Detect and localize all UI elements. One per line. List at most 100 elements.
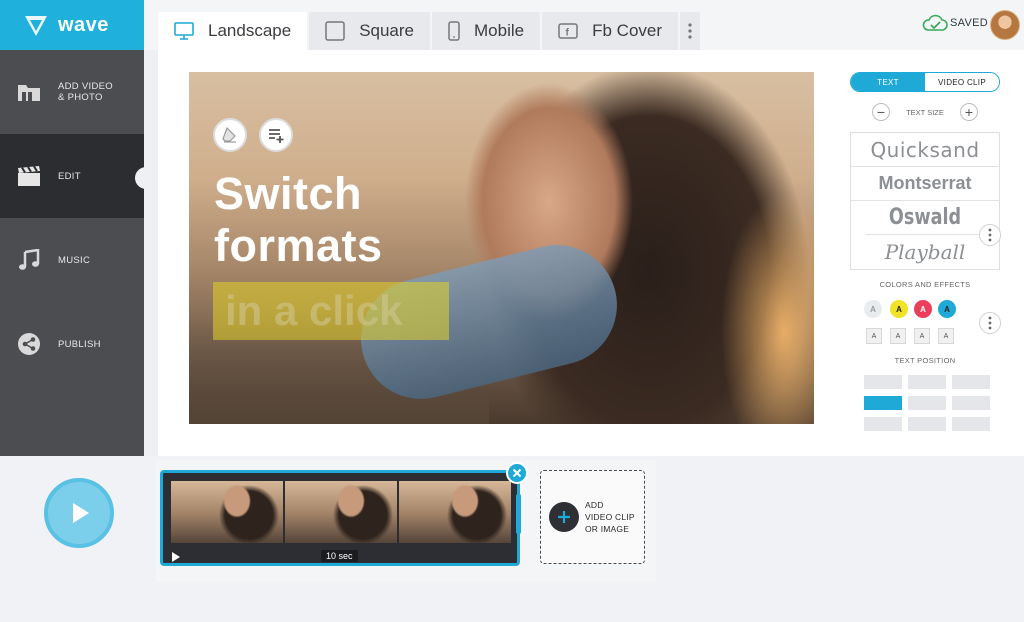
square-icon (325, 21, 345, 41)
text-size-control: − TEXT SIZE + (850, 102, 1000, 122)
position-bottom-left[interactable] (864, 417, 902, 431)
text-size-decrease-button[interactable]: − (872, 103, 890, 121)
tab-label: Landscape (208, 21, 292, 40)
panel-tab-text[interactable]: TEXT (851, 73, 925, 91)
swatch-letter: A (896, 304, 902, 314)
clip-thumbnail (285, 481, 397, 543)
eraser-icon (222, 126, 236, 143)
position-top-center[interactable] (908, 375, 946, 389)
tab-fb-cover[interactable]: f Fb Cover (542, 12, 679, 50)
video-preview[interactable]: Switch formats in a click (189, 72, 814, 424)
position-top-left[interactable] (864, 375, 902, 389)
kebab-menu-icon (988, 316, 992, 330)
position-middle-right[interactable] (952, 396, 990, 410)
tab-square[interactable]: Square (309, 12, 431, 50)
clapperboard-icon (16, 163, 42, 189)
text-position-label: TEXT POSITION (894, 356, 956, 365)
preview-headline[interactable]: Switch formats (214, 168, 383, 272)
sidebar-item-label: EDIT (58, 170, 81, 182)
clip-duration: 10 sec (321, 550, 358, 562)
effect-letter: A (895, 332, 901, 340)
effect-option-outline[interactable]: A (890, 328, 906, 344)
timeline-clip[interactable]: 10 sec (160, 470, 520, 566)
font-option-montserrat[interactable]: Montserrat (851, 167, 999, 201)
add-video-clip-button[interactable]: ADD VIDEO CLIP OR IMAGE (540, 470, 645, 564)
tab-label: Square (359, 21, 415, 40)
sidebar-item-edit[interactable]: EDIT (0, 134, 144, 218)
position-middle-center[interactable] (908, 396, 946, 410)
tab-mobile[interactable]: Mobile (432, 12, 541, 50)
highlighted-text-block[interactable]: in a click (213, 282, 449, 340)
color-swatch-red[interactable]: A (914, 300, 932, 318)
text-style-button[interactable] (213, 118, 247, 152)
format-tabs: Landscape Square Mobile f Fb Cover (158, 12, 702, 50)
sidebar-item-music[interactable]: MUSIC (0, 218, 144, 302)
clip-play-button[interactable] (171, 550, 181, 568)
effect-letter: A (919, 332, 925, 340)
wave-logo-icon (25, 16, 47, 36)
share-icon (16, 331, 42, 357)
position-bottom-center[interactable] (908, 417, 946, 431)
preview-background-sunlight (614, 72, 814, 424)
text-size-increase-button[interactable]: + (959, 103, 978, 121)
sidebar-item-label: ADD VIDEO & PHOTO (58, 81, 113, 103)
cloud-check-icon (922, 14, 948, 31)
color-swatch-yellow[interactable]: A (890, 300, 908, 318)
remove-clip-button[interactable] (506, 462, 528, 484)
effect-option-shadow[interactable]: A (914, 328, 930, 344)
format-tab-bar: Landscape Square Mobile f Fb Cover SAVED (144, 0, 1024, 50)
plus-icon (549, 502, 579, 532)
font-option-playball[interactable]: Playball (851, 235, 999, 269)
phone-icon (448, 21, 460, 41)
font-option-quicksand[interactable]: Quicksand (851, 133, 999, 167)
color-swatch-light[interactable]: A (864, 300, 882, 318)
sidebar: wave ADD VIDEO & PHOTO EDIT MUSIC PUBLIS (0, 0, 144, 456)
swatch-letter: A (920, 304, 926, 314)
clip-trim-handle[interactable] (516, 494, 521, 534)
clip-thumbnail (399, 481, 511, 543)
headline-line-2: formats (214, 220, 383, 271)
play-preview-button[interactable] (44, 478, 114, 548)
add-text-icon (269, 129, 284, 143)
properties-panel: TEXT VIDEO CLIP − TEXT SIZE + Quicksand … (850, 72, 1000, 289)
add-text-button[interactable] (259, 118, 293, 152)
position-top-right[interactable] (952, 375, 990, 389)
user-avatar[interactable] (990, 10, 1020, 40)
headline-line-1: Switch (214, 168, 363, 219)
svg-text:f: f (566, 28, 570, 39)
effect-letter: A (943, 332, 949, 340)
app-logo[interactable]: wave (0, 0, 144, 50)
color-swatch-blue[interactable]: A (938, 300, 956, 318)
app-name: wave (58, 13, 109, 36)
play-icon (73, 503, 89, 523)
effects-more-button[interactable] (979, 312, 1001, 334)
position-middle-left[interactable] (864, 396, 902, 410)
swatch-letter: A (944, 304, 950, 314)
tab-label: Mobile (474, 21, 525, 40)
swatch-letter: A (870, 304, 876, 314)
position-bottom-right[interactable] (952, 417, 990, 431)
effect-option-box[interactable]: A (938, 328, 954, 344)
tabs-more-button[interactable] (680, 12, 701, 50)
sidebar-item-add-video-photo[interactable]: ADD VIDEO & PHOTO (0, 50, 144, 134)
folder-icon (16, 79, 42, 105)
text-size-label: TEXT SIZE (906, 107, 944, 117)
tab-label: Fb Cover (592, 21, 663, 40)
sidebar-item-label: MUSIC (58, 254, 91, 266)
close-icon (512, 468, 522, 478)
sidebar-collapse-handle[interactable] (135, 167, 153, 189)
saved-label: SAVED (950, 17, 988, 29)
effect-option-plain[interactable]: A (866, 328, 882, 344)
kebab-menu-icon (688, 23, 692, 39)
effect-letter: A (871, 332, 877, 340)
panel-tab-video-clip[interactable]: VIDEO CLIP (925, 73, 999, 91)
add-clip-label: ADD VIDEO CLIP OR IMAGE (585, 500, 635, 534)
tab-landscape[interactable]: Landscape (158, 12, 308, 50)
kebab-menu-icon (988, 228, 992, 242)
sidebar-item-label: PUBLISH (58, 338, 101, 350)
sidebar-item-publish[interactable]: PUBLISH (0, 302, 144, 386)
play-icon (172, 552, 180, 562)
font-option-oswald[interactable]: Oswald (865, 201, 985, 235)
font-list: Quicksand Montserrat Oswald Playball (850, 132, 1000, 270)
font-more-button[interactable] (979, 224, 1001, 246)
